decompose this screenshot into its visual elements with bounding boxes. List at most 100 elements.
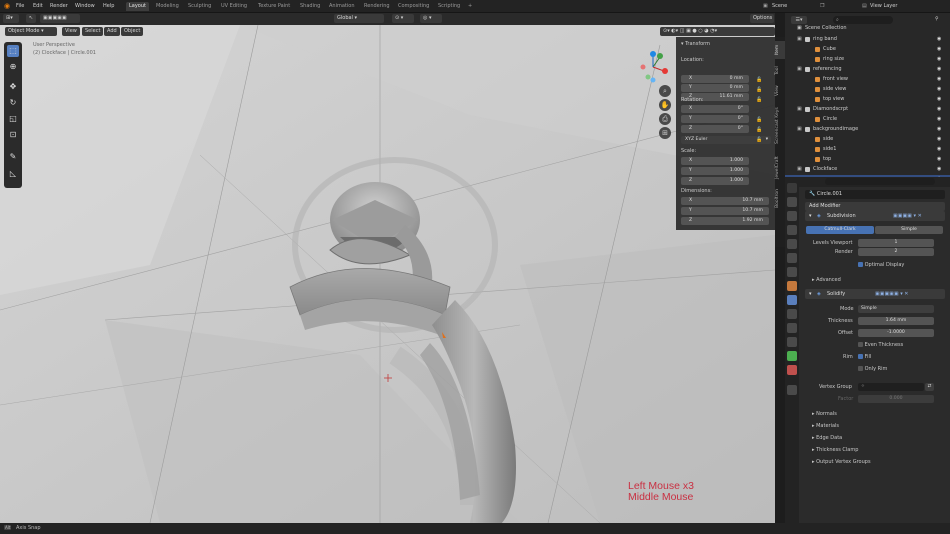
properties-search-input[interactable] bbox=[825, 178, 935, 185]
world-tab-icon[interactable] bbox=[787, 253, 797, 263]
annotate-icon[interactable]: ✎ bbox=[7, 151, 19, 163]
scene-browse-icon[interactable]: ❐ bbox=[820, 3, 824, 9]
filter-icon[interactable]: ⚲ bbox=[935, 16, 939, 22]
visibility-eye-icon[interactable]: ◉ bbox=[937, 156, 941, 162]
visibility-eye-icon[interactable]: ◉ bbox=[937, 86, 941, 92]
mode-select[interactable]: Object Mode ▾ bbox=[5, 27, 57, 36]
scene-selector[interactable]: Scene bbox=[772, 3, 787, 9]
move-icon[interactable]: ✥ bbox=[7, 81, 19, 93]
outliner-item[interactable]: ▣ backgroundimage ◉ bbox=[785, 125, 950, 135]
physics-tab-icon[interactable] bbox=[787, 323, 797, 333]
outliner-item[interactable]: front view ◉ bbox=[785, 75, 950, 85]
shading-buttons[interactable]: ⊙▾ ◐▾ ◫ ▣ ● ○ ◕ ◔▾ bbox=[660, 27, 775, 36]
outliner-item[interactable]: ▣ referencing ◉ bbox=[785, 65, 950, 75]
outliner-item[interactable]: side1 ◉ bbox=[785, 145, 950, 155]
cursor-icon[interactable]: ⊕ bbox=[7, 61, 19, 73]
normals-subpanel[interactable]: ▸ Normals bbox=[812, 411, 837, 417]
visibility-eye-icon[interactable]: ◉ bbox=[937, 106, 941, 112]
tool-tab-icon[interactable] bbox=[787, 183, 797, 193]
select-mode-icons[interactable]: ▣▣▣▣▣ bbox=[40, 14, 80, 23]
tab-item[interactable]: Item bbox=[775, 41, 785, 59]
rotation-y-field[interactable]: Y 0° bbox=[681, 115, 749, 123]
zoom-icon[interactable]: ⌕ bbox=[659, 85, 671, 97]
add-workspace-button[interactable]: + bbox=[465, 2, 475, 11]
navigation-gizmo[interactable] bbox=[638, 49, 668, 83]
modifier-toggle-icons[interactable]: ▣▣▣▣ ▾ ✕ bbox=[893, 211, 922, 221]
location-y-field[interactable]: Y 0 mm bbox=[681, 84, 749, 92]
proportional-edit-button[interactable]: ◎ ▾ bbox=[420, 14, 442, 23]
dimensions-z-field[interactable]: Z 1.92 mm bbox=[681, 217, 769, 225]
tab-sculpting[interactable]: Sculpting bbox=[185, 2, 214, 11]
tab-texture-paint[interactable]: Texture Paint bbox=[255, 2, 293, 11]
transform-title[interactable]: ▾ Transform bbox=[681, 41, 710, 47]
visibility-eye-icon[interactable]: ◉ bbox=[937, 136, 941, 142]
tab-scripting[interactable]: Scripting bbox=[435, 2, 463, 11]
dimensions-x-field[interactable]: X 10.7 mm bbox=[681, 197, 769, 205]
include-checkbox-icon[interactable]: ▣ bbox=[797, 66, 802, 72]
include-checkbox-icon[interactable]: ▣ bbox=[797, 126, 802, 132]
output-vertex-groups-subpanel[interactable]: ▸ Output Vertex Groups bbox=[812, 459, 871, 465]
object-name-field[interactable]: 🔧 Circle.001 bbox=[805, 190, 945, 199]
invert-vertex-group-button[interactable]: ⇄ bbox=[925, 383, 934, 391]
data-tab-icon[interactable] bbox=[787, 351, 797, 361]
catmull-clark-button[interactable]: Catmull-Clark bbox=[806, 226, 874, 234]
thickness-clamp-subpanel[interactable]: ▸ Thickness Clamp bbox=[812, 447, 858, 453]
rotate-icon[interactable]: ↻ bbox=[7, 97, 19, 109]
tab-animation[interactable]: Animation bbox=[326, 2, 358, 11]
mode-select[interactable]: Simple bbox=[858, 305, 934, 313]
blender-logo-icon[interactable]: ◉ bbox=[4, 2, 10, 10]
options-dropdown[interactable]: Options bbox=[750, 14, 774, 23]
ortho-grid-icon[interactable]: ⊞ bbox=[659, 127, 671, 139]
include-checkbox-icon[interactable]: ▣ bbox=[797, 36, 802, 42]
offset-field[interactable]: -1.0000 bbox=[858, 329, 934, 337]
transform-orientation-select[interactable]: Global ▾ bbox=[334, 14, 384, 23]
tab-tool[interactable]: Tool bbox=[775, 63, 785, 79]
pan-hand-icon[interactable]: ✋ bbox=[659, 99, 671, 111]
outliner-item[interactable]: Cube ◉ bbox=[785, 45, 950, 55]
rotation-x-field[interactable]: X 0° bbox=[681, 105, 749, 113]
tab-jewelcraft[interactable]: JewelCraft bbox=[775, 153, 785, 183]
outliner-item[interactable]: ▣ Diamondscrpt ◉ bbox=[785, 105, 950, 115]
collection-tab-icon[interactable] bbox=[787, 267, 797, 277]
3d-viewport[interactable]: User Perspective (2) Clockface | Circle.… bbox=[0, 25, 775, 523]
particles-tab-icon[interactable] bbox=[787, 309, 797, 319]
factor-field[interactable]: 0.000 bbox=[858, 395, 934, 403]
menu-add[interactable]: Add bbox=[104, 27, 120, 36]
include-checkbox-icon[interactable]: ▣ bbox=[797, 166, 802, 172]
visibility-eye-icon[interactable]: ◉ bbox=[937, 96, 941, 102]
location-x-field[interactable]: X 0 mm bbox=[681, 75, 749, 83]
object-tab-icon[interactable] bbox=[787, 281, 797, 291]
texture-tab-icon[interactable] bbox=[787, 385, 797, 395]
render-tab-icon[interactable] bbox=[787, 197, 797, 207]
tab-layout[interactable]: Layout bbox=[126, 2, 149, 11]
visibility-eye-icon[interactable]: ◉ bbox=[937, 36, 941, 42]
tab-compositing[interactable]: Compositing bbox=[395, 2, 432, 11]
menu-render[interactable]: Render bbox=[50, 3, 68, 9]
modifier-toggle-icons[interactable]: ▣▣▣▣▣ ▾ ✕ bbox=[875, 289, 909, 299]
rotation-z-field[interactable]: Z 0° bbox=[681, 125, 749, 133]
menu-window[interactable]: Window bbox=[75, 3, 95, 9]
outliner-item[interactable]: ring size ◉ bbox=[785, 55, 950, 65]
outliner-search-input[interactable]: ⌕ bbox=[833, 16, 893, 24]
visibility-eye-icon[interactable]: ◉ bbox=[937, 166, 941, 172]
select-box-icon[interactable]: ⬚ bbox=[7, 45, 19, 57]
outliner-item[interactable]: top view ◉ bbox=[785, 95, 950, 105]
view-layer-selector[interactable]: View Layer bbox=[870, 3, 897, 9]
even-thickness-checkbox[interactable]: Even Thickness bbox=[858, 342, 903, 348]
visibility-eye-icon[interactable]: ◉ bbox=[937, 66, 941, 72]
tab-shading[interactable]: Shading bbox=[297, 2, 323, 11]
outliner-item[interactable]: Circle ◉ bbox=[785, 115, 950, 125]
scene-render[interactable] bbox=[0, 25, 775, 523]
scene-collection-row[interactable]: ▣ Scene Collection bbox=[785, 25, 950, 35]
constraints-tab-icon[interactable] bbox=[787, 337, 797, 347]
lock-icons[interactable]: 🔓 🔓 🔓 🔓 🔓 🔓 bbox=[756, 75, 762, 145]
solidify-modifier-header[interactable]: ▾ ◈ Solidify ▣▣▣▣▣ ▾ ✕ bbox=[805, 289, 945, 299]
levels-viewport-field[interactable]: 1 bbox=[858, 239, 934, 247]
include-checkbox-icon[interactable]: ▣ bbox=[797, 106, 802, 112]
modifier-tab-icon[interactable] bbox=[787, 295, 797, 305]
outliner-item[interactable]: ▣ ring band ◉ bbox=[785, 35, 950, 45]
add-modifier-button[interactable]: Add Modifier bbox=[805, 202, 945, 211]
view-layer-tab-icon[interactable] bbox=[787, 225, 797, 235]
visibility-eye-icon[interactable]: ◉ bbox=[937, 126, 941, 132]
outliner-display-mode[interactable]: ☰▾ bbox=[791, 16, 807, 24]
